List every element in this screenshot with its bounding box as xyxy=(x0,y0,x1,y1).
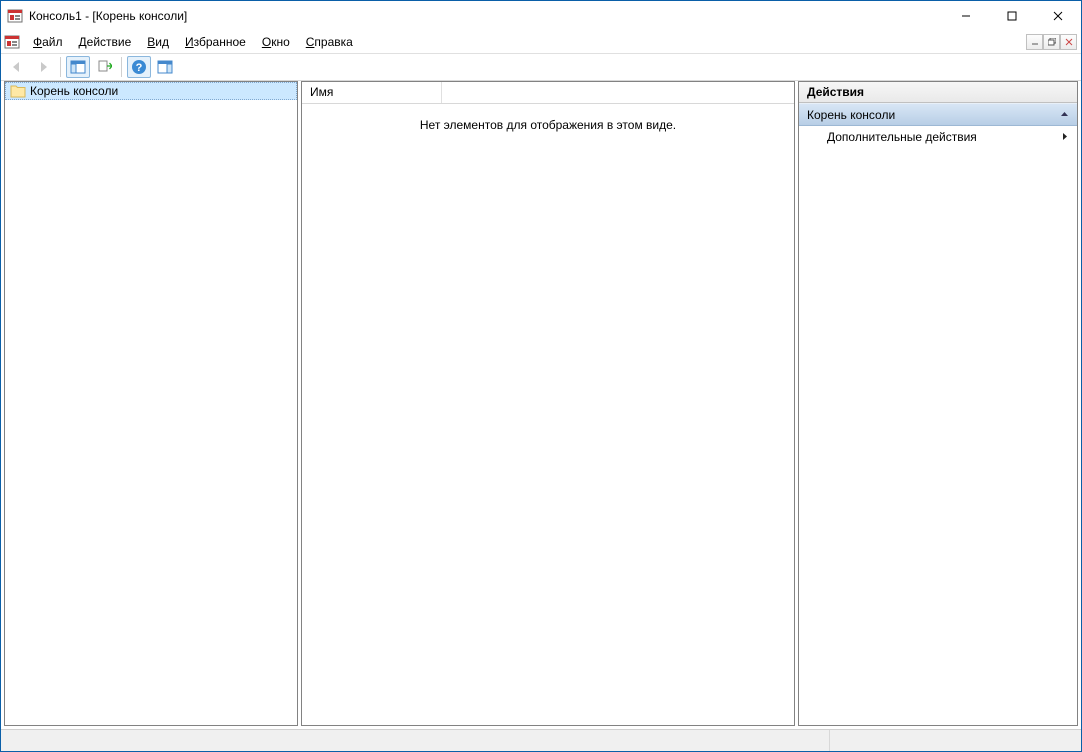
toolbar-separator xyxy=(121,57,122,77)
mdi-controls xyxy=(1026,34,1077,50)
list-pane[interactable]: Имя Нет элементов для отображения в этом… xyxy=(301,81,795,726)
back-button[interactable] xyxy=(5,56,29,78)
export-list-button[interactable] xyxy=(92,56,116,78)
status-segment xyxy=(830,730,1081,751)
close-button[interactable] xyxy=(1035,1,1081,30)
mdi-restore-button[interactable] xyxy=(1043,34,1060,50)
help-button[interactable]: ? xyxy=(127,56,151,78)
show-hide-tree-button[interactable] xyxy=(66,56,90,78)
list-header: Имя xyxy=(302,82,794,104)
actions-more-item[interactable]: Дополнительные действия xyxy=(799,126,1077,148)
status-segment xyxy=(1,730,830,751)
actions-header: Действия xyxy=(799,82,1077,103)
menu-action[interactable]: Действие xyxy=(71,33,140,51)
menu-window[interactable]: Окно xyxy=(254,33,298,51)
mdi-close-button[interactable] xyxy=(1060,34,1077,50)
tree-pane[interactable]: Корень консоли xyxy=(4,81,298,726)
toolbar: ? xyxy=(1,54,1081,81)
list-empty-message: Нет элементов для отображения в этом вид… xyxy=(302,104,794,132)
forward-button[interactable] xyxy=(31,56,55,78)
actions-pane: Действия Корень консоли Дополнительные д… xyxy=(798,81,1078,726)
minimize-button[interactable] xyxy=(943,1,989,30)
menu-favorites[interactable]: Избранное xyxy=(177,33,254,51)
window-controls xyxy=(943,1,1081,30)
mdi-minimize-button[interactable] xyxy=(1026,34,1043,50)
show-hide-action-pane-button[interactable] xyxy=(153,56,177,78)
maximize-button[interactable] xyxy=(989,1,1035,30)
window-title: Консоль1 - [Корень консоли] xyxy=(29,9,187,23)
menu-view[interactable]: Вид xyxy=(139,33,177,51)
menu-help[interactable]: Справка xyxy=(298,33,361,51)
titlebar: Консоль1 - [Корень консоли] xyxy=(1,1,1081,31)
actions-group-title[interactable]: Корень консоли xyxy=(799,103,1077,126)
tree-root-label: Корень консоли xyxy=(30,84,118,98)
main-area: Корень консоли Имя Нет элементов для ото… xyxy=(1,81,1081,729)
actions-group-label: Корень консоли xyxy=(807,108,895,122)
mdi-app-icon xyxy=(3,34,21,50)
column-name[interactable]: Имя xyxy=(302,82,442,103)
menubar: Файл Действие Вид Избранное Окно Справка xyxy=(1,31,1081,54)
app-icon xyxy=(7,8,23,24)
tree-root-item[interactable]: Корень консоли xyxy=(5,82,297,100)
chevron-right-icon xyxy=(1061,130,1069,144)
svg-text:?: ? xyxy=(136,62,143,74)
toolbar-separator xyxy=(60,57,61,77)
actions-more-label: Дополнительные действия xyxy=(827,130,977,144)
menu-file[interactable]: Файл xyxy=(25,33,71,51)
statusbar xyxy=(1,729,1081,751)
collapse-icon xyxy=(1060,108,1069,122)
folder-icon xyxy=(10,84,26,98)
